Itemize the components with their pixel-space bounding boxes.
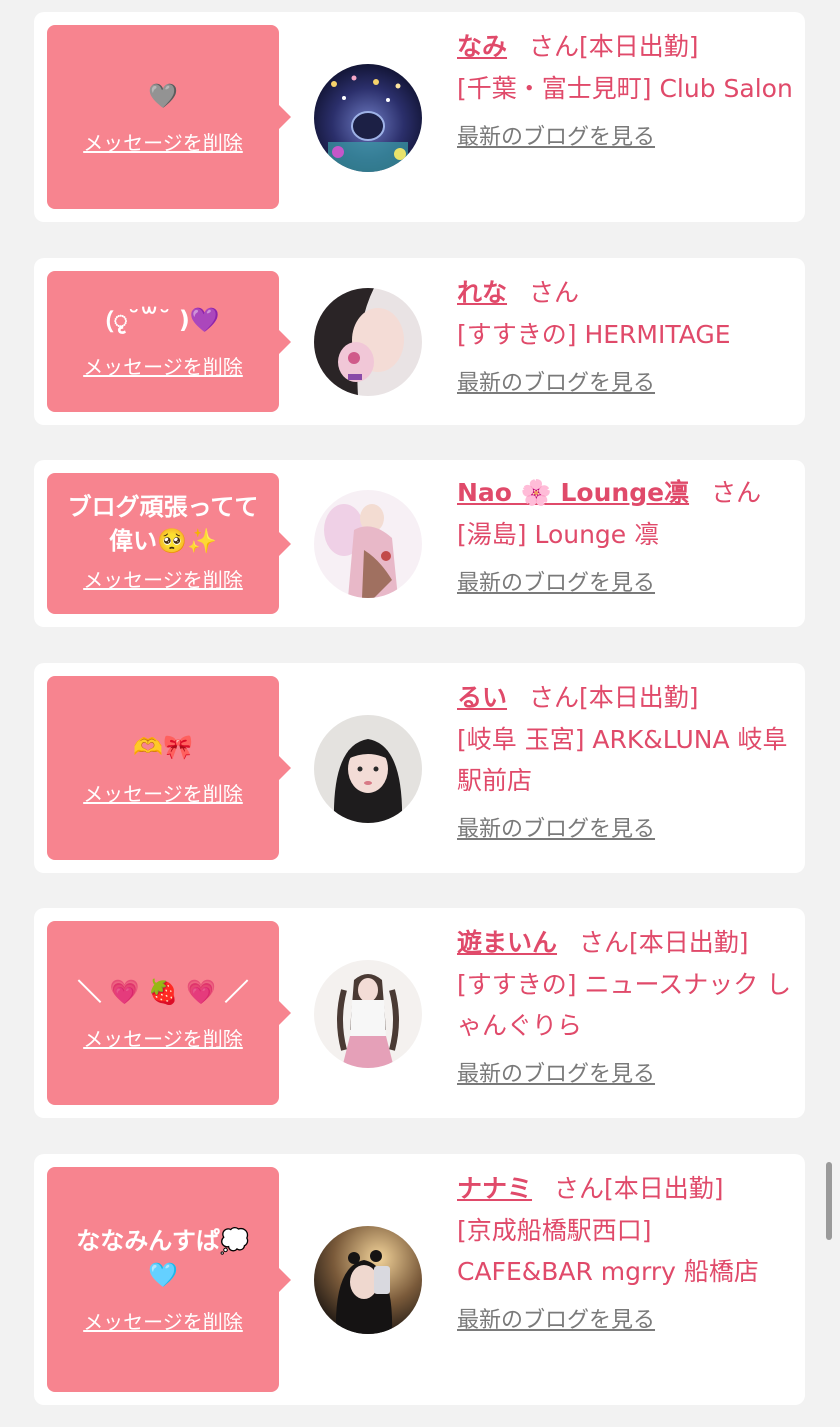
message-bubble: ななみんすぱ💭 🩵 メッセージを削除 [47, 1167, 291, 1392]
cast-name-link[interactable]: 遊まいん [457, 928, 557, 957]
message-text: 🩶 [148, 81, 178, 110]
shop-info: [千葉・富士見町] Club Salon [457, 74, 793, 103]
cast-name-link[interactable]: ナナミ [457, 1174, 532, 1203]
cast-name-link[interactable]: なみ [457, 32, 507, 61]
cast-name-link[interactable]: れな [457, 278, 507, 307]
avatar[interactable] [314, 288, 422, 396]
avatar[interactable] [314, 1226, 422, 1334]
avatar-photo-mirror-selfie [314, 1226, 422, 1334]
message-text: 🫶🎀 [133, 732, 193, 761]
message-card: 🫶🎀 メッセージを削除 るい さん[本日出勤] [岐阜 玉宮] ARK&LUNA … [34, 663, 805, 873]
avatar-photo-kimono [314, 490, 422, 598]
message-text: (ृ˘꒳˘ )💜 [106, 306, 220, 334]
latest-blog-link[interactable]: 最新のブログを見る [457, 365, 655, 397]
cast-name-link[interactable]: Nao 🌸 Lounge凛 [457, 478, 689, 507]
profile-info: 遊まいん さん[本日出勤] [すすきの] ニュースナック しゃんぐりら 最新のブロ… [457, 928, 797, 1088]
message-card: ＼ 💗 🍓 💗 ／ メッセージを削除 遊まいん さん[本日出勤] [すすきの] ニ… [34, 908, 805, 1118]
profile-info: なみ さん[本日出勤] [千葉・富士見町] Club Salon 最新のブログを見… [457, 32, 797, 151]
avatar[interactable] [314, 960, 422, 1068]
shop-info: [湯島] Lounge 凛 [457, 520, 660, 549]
latest-blog-link[interactable]: 最新のブログを見る [457, 1056, 655, 1088]
latest-blog-link[interactable]: 最新のブログを見る [457, 119, 655, 151]
message-card: 🩶 メッセージを削除 なみ さん[本日出勤] [千葉・富士見町] Club Sa… [34, 12, 805, 222]
profile-info: るい さん[本日出勤] [岐阜 玉宮] ARK&LUNA 岐阜駅前店 最新のブログ… [457, 683, 797, 843]
message-text: ブログ頑張ってて偉い🥺✨ [67, 493, 259, 555]
latest-blog-link[interactable]: 最新のブログを見る [457, 811, 655, 843]
cast-name-link[interactable]: るい [457, 683, 507, 712]
latest-blog-link[interactable]: 最新のブログを見る [457, 565, 655, 597]
name-suffix: さん[本日出勤] [579, 928, 749, 957]
latest-blog-link[interactable]: 最新のブログを見る [457, 1302, 655, 1334]
avatar-photo-selfie [314, 288, 422, 396]
profile-info: ナナミ さん[本日出勤] [京成船橋駅西口] CAFE&BAR mgrry 船橋店… [457, 1174, 797, 1334]
delete-message-link[interactable]: メッセージを削除 [83, 1023, 243, 1052]
avatar[interactable] [314, 715, 422, 823]
message-bubble: (ृ˘꒳˘ )💜 メッセージを削除 [47, 271, 291, 412]
shop-info: [岐阜 玉宮] ARK&LUNA 岐阜駅前店 [457, 725, 788, 795]
delete-message-link[interactable]: メッセージを削除 [83, 351, 243, 380]
scrollbar[interactable] [826, 1162, 832, 1240]
message-bubble: ＼ 💗 🍓 💗 ／ メッセージを削除 [47, 921, 291, 1105]
avatar-photo-night-lights [314, 64, 422, 172]
name-suffix: さん[本日出勤] [529, 683, 699, 712]
message-card: (ृ˘꒳˘ )💜 メッセージを削除 れな さん [すすきの] HERMITAGE … [34, 258, 805, 425]
avatar-photo-portrait [314, 715, 422, 823]
name-suffix: さん [529, 278, 580, 307]
shop-info: [京成船橋駅西口] CAFE&BAR mgrry 船橋店 [457, 1216, 759, 1286]
delete-message-link[interactable]: メッセージを削除 [83, 564, 243, 593]
profile-info: Nao 🌸 Lounge凛 さん [湯島] Lounge 凛 最新のブログを見る [457, 478, 797, 597]
message-bubble: 🩶 メッセージを削除 [47, 25, 291, 209]
message-card: ブログ頑張ってて偉い🥺✨ メッセージを削除 Nao 🌸 Lounge凛 さん [湯… [34, 460, 805, 627]
shop-info: [すすきの] ニュースナック しゃんぐりら [457, 970, 792, 1040]
delete-message-link[interactable]: メッセージを削除 [83, 778, 243, 807]
delete-message-link[interactable]: メッセージを削除 [83, 127, 243, 156]
message-bubble: 🫶🎀 メッセージを削除 [47, 676, 291, 860]
shop-info: [すすきの] HERMITAGE [457, 320, 731, 349]
profile-info: れな さん [すすきの] HERMITAGE 最新のブログを見る [457, 278, 797, 397]
name-suffix: さん [711, 478, 762, 507]
delete-message-link[interactable]: メッセージを削除 [83, 1306, 243, 1335]
name-suffix: さん[本日出勤] [554, 1174, 724, 1203]
name-suffix: さん[本日出勤] [529, 32, 699, 61]
message-text: ＼ 💗 🍓 💗 ／ [77, 977, 249, 1006]
avatar[interactable] [314, 64, 422, 172]
avatar[interactable] [314, 490, 422, 598]
message-text: ななみんすぱ💭 🩵 [76, 1227, 250, 1289]
message-card: ななみんすぱ💭 🩵 メッセージを削除 ナナミ さん[本日出勤] [京成船橋駅西口… [34, 1154, 805, 1405]
message-bubble: ブログ頑張ってて偉い🥺✨ メッセージを削除 [47, 473, 291, 614]
avatar-photo-costume [314, 960, 422, 1068]
